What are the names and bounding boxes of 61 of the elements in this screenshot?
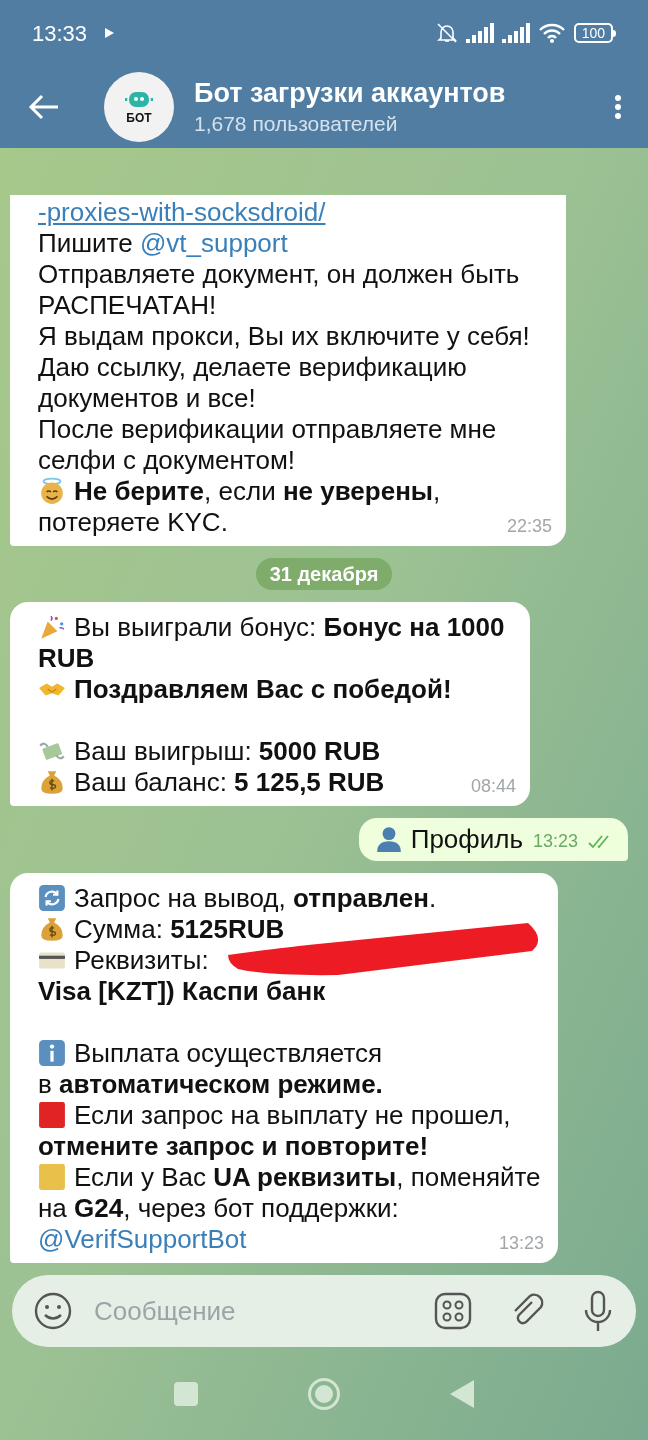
message-text: Visa [KZT]) Каспи банк [38, 976, 326, 1006]
person-silhouette-icon [374, 825, 403, 853]
muted-bell-icon [435, 22, 458, 44]
avatar-label: БОТ [126, 111, 152, 125]
money-bag-icon [38, 915, 66, 943]
message-text: Не берите, если не уверены, [74, 476, 441, 506]
message-text: документов и все! [38, 383, 256, 413]
message-text: Если у Вас UA реквизиты, поменяйте [74, 1162, 541, 1192]
bot-avatar[interactable]: БОТ [104, 72, 174, 142]
message-composer[interactable]: Сообщение [12, 1275, 636, 1347]
message-text: отмените запрос и повторите! [38, 1131, 429, 1161]
link[interactable]: @vt_support [139, 228, 288, 258]
message-text: Сумма: 5125RUB [74, 914, 285, 944]
message-text: Реквизиты: [74, 945, 209, 975]
message-text: селфи с документом! [38, 445, 295, 475]
square-emoji-icon [38, 1163, 66, 1191]
message-input[interactable]: Сообщение [94, 1291, 434, 1331]
message-text: Вы выиграли бонус: Бонус на 1000 [74, 612, 505, 642]
date-label: 31 декабря [255, 558, 393, 590]
message-text: Ваш баланс: 5 125,5 RUB [74, 767, 385, 797]
message-text: После верификации отправляете мне [38, 414, 497, 444]
signal-icon [501, 23, 532, 43]
message-text: Ваш выигрыш: 5000 RUB [74, 736, 381, 766]
menu-icon[interactable] [614, 94, 622, 120]
message-text: Даю ссылку, делаете верификацию [38, 352, 467, 382]
battery-indicator: 100 [573, 23, 616, 43]
sticker-grid-icon[interactable] [434, 1292, 472, 1330]
money-bag-icon [38, 768, 66, 796]
message-text: на G24, через бот поддержки: [38, 1193, 399, 1223]
message-text: Поздравляем Вас с победой! [74, 674, 452, 704]
link[interactable]: -proxies-with-socksdroid/ [38, 197, 326, 227]
status-time: 13:33 [32, 19, 88, 48]
message-text: в автоматическом режиме. [38, 1069, 383, 1099]
signal-icon [465, 23, 496, 43]
message-time: 22:35 [506, 515, 552, 538]
message-text: потеряете KYC. [38, 507, 228, 537]
back-arrow-icon[interactable] [28, 93, 60, 121]
party-popper-icon [38, 613, 66, 641]
message-text: Запрос на вывод, отправлен. [74, 883, 437, 913]
message-text: РАСПЕЧАТАН! [38, 290, 217, 320]
message-text: Выплата осуществляется [74, 1038, 383, 1068]
message-time: 13:23 [498, 1232, 544, 1255]
square-emoji-icon [38, 1101, 66, 1129]
refresh-icon [38, 884, 66, 912]
message-text: Пишите [38, 228, 133, 258]
message-text: Я выдам прокси, Вы их включите у себя! [38, 321, 530, 351]
message-text: Отправляете документ, он должен быть [38, 259, 520, 289]
link[interactable]: @VerifSupportBot [38, 1224, 247, 1254]
chat-title: Бот загрузки аккаунтов [194, 76, 507, 110]
angel-emoji-icon [38, 477, 66, 505]
info-icon [38, 1039, 66, 1067]
microphone-icon[interactable] [582, 1290, 614, 1332]
message-time: 13:23 [532, 830, 578, 853]
message-time: 08:44 [470, 775, 516, 798]
emoji-icon[interactable] [34, 1292, 72, 1330]
message-text: Если запрос на выплату не прошел, [74, 1100, 511, 1130]
message-text: RUB [38, 643, 95, 673]
play-icon [103, 27, 116, 39]
message-text: Профиль [410, 824, 523, 854]
wifi-icon [537, 22, 566, 44]
member-count: 1,678 пользователей [194, 110, 399, 137]
